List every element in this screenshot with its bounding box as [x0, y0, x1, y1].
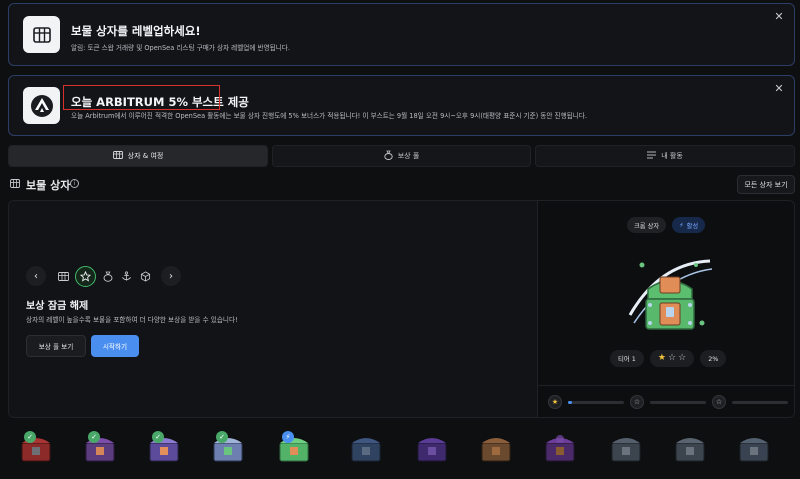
chest-grid-icon: [10, 179, 20, 191]
chest-collection-strip: ✓ ✓ ✓ ✓ ⚡: [16, 425, 795, 475]
start-button[interactable]: 시작하기: [91, 335, 139, 357]
money-bag-icon: [384, 150, 393, 162]
progress-bar-3: [732, 401, 788, 404]
check-icon: ✓: [216, 431, 228, 443]
chest-thumbnail[interactable]: [670, 431, 708, 465]
arbitrum-logo-icon: [23, 87, 60, 124]
chest-detail-pane: 크롬 상자 ⚡ 활성 티어 1 ★ ☆ ☆ 2% ★ ☆ ☆: [537, 201, 794, 417]
anchor-icon[interactable]: [119, 269, 134, 284]
chest-thumbnail[interactable]: [412, 431, 450, 465]
arbitrum-boost-banner: 오늘 ARBITRUM 5% 부스트 제공 오늘 Arbitrum에서 이루어진…: [8, 75, 795, 136]
chest-grid-icon: [23, 16, 60, 53]
lightning-icon: ⚡: [282, 431, 294, 443]
levelup-banner: 보물 상자를 레벨업하세요! 알림: 토큰 스왑 거래량 및 OpenSea 리…: [8, 3, 795, 66]
chest-thumbnail[interactable]: [346, 431, 384, 465]
tier-progress-track: ★ ☆ ☆: [538, 385, 794, 417]
tab-bar: 상자 & 여정 보상 풀 내 활동: [8, 145, 795, 167]
view-all-chests-button[interactable]: 모든 상자 보기: [737, 175, 795, 194]
tab-reward-pool[interactable]: 보상 풀: [272, 145, 531, 167]
view-reward-pool-button[interactable]: 보상 풀 보기: [26, 335, 86, 357]
chest-type-label: 크롬 상자: [634, 222, 660, 230]
chest-thumbnail[interactable]: [476, 431, 514, 465]
check-icon: ✓: [152, 431, 164, 443]
unlock-rewards-title: 보상 잠금 해제: [26, 301, 89, 312]
chevron-left-icon[interactable]: ‹: [26, 266, 46, 286]
lightning-icon: ⚡: [679, 221, 684, 229]
star-empty-icon: ☆: [630, 395, 644, 409]
chest-thumbnail[interactable]: [734, 431, 772, 465]
chest-grid-icon[interactable]: [56, 269, 71, 284]
activity-list-icon: [647, 151, 657, 161]
chest-thumbnail[interactable]: [540, 431, 578, 465]
chest-thumbnail[interactable]: [606, 431, 644, 465]
status-label: 활성: [686, 222, 699, 230]
close-icon[interactable]: ✕: [772, 10, 786, 24]
banner-subtitle: 알림: 토큰 스왑 거래량 및 OpenSea 리스팅 구매가 상자 레벨업에 …: [71, 44, 290, 52]
progress-bar-2: [650, 401, 706, 404]
cube-icon[interactable]: [138, 269, 153, 284]
chrome-chest-image: [620, 253, 720, 343]
highlight-box: [63, 85, 220, 110]
star-filled-icon: ★: [657, 353, 666, 363]
chest-type-badge: 크롬 상자: [627, 217, 667, 233]
chest-thumbnail[interactable]: ✓: [80, 431, 118, 465]
check-icon: ✓: [88, 431, 100, 443]
star-empty-icon: ☆: [712, 395, 726, 409]
tab-chests-journey[interactable]: 상자 & 여정: [8, 145, 268, 167]
tab-label: 상자 & 여정: [127, 152, 164, 160]
star-empty-icon: ☆: [678, 353, 687, 363]
chest-grid-icon: [112, 151, 123, 161]
chest-thumbnail[interactable]: ✓: [208, 431, 246, 465]
tab-label: 내 활동: [661, 152, 683, 160]
tab-label: 보상 풀: [397, 152, 420, 160]
banner-subtitle: 오늘 Arbitrum에서 이루어진 적격한 OpenSea 활동에는 보물 상…: [71, 112, 587, 120]
progress-bar-1: [568, 401, 624, 404]
progress-bar-fill: [568, 401, 573, 404]
star-icon[interactable]: [75, 265, 96, 287]
close-icon[interactable]: ✕: [772, 82, 786, 96]
chest-category-nav: ‹ ›: [26, 265, 181, 287]
star-filled-icon: ★: [548, 395, 562, 409]
chevron-right-icon[interactable]: ›: [161, 266, 181, 286]
progress-percent: 2%: [700, 350, 727, 367]
tab-my-activity[interactable]: 내 활동: [535, 145, 795, 167]
tier-badge: 티어 1: [610, 350, 644, 367]
banner-title: 보물 상자를 레벨업하세요!: [71, 24, 201, 38]
chest-thumbnail[interactable]: ✓: [144, 431, 182, 465]
chest-thumbnail[interactable]: ✓: [16, 431, 54, 465]
section-header: 보물 상자 i 모든 상자 보기: [8, 175, 795, 194]
check-icon: ✓: [24, 431, 36, 443]
status-badge: ⚡ 활성: [672, 217, 706, 233]
star-empty-icon: ☆: [667, 353, 677, 363]
unlock-rewards-description: 상자의 레벨이 높을수록 보물을 포함하여 더 다양한 보상을 받을 수 있습니…: [26, 316, 238, 324]
tier-stars: ★ ☆ ☆: [649, 350, 695, 367]
money-bag-icon[interactable]: [100, 269, 115, 284]
chest-thumbnail[interactable]: ⚡: [274, 431, 312, 465]
info-icon[interactable]: i: [70, 179, 79, 188]
chest-panel: ‹ › 보상 잠금 해제 상자의 레벨이 높을수록 보물을 포함하여 더 다양한…: [8, 200, 795, 418]
page-title: 보물 상자: [26, 179, 71, 192]
